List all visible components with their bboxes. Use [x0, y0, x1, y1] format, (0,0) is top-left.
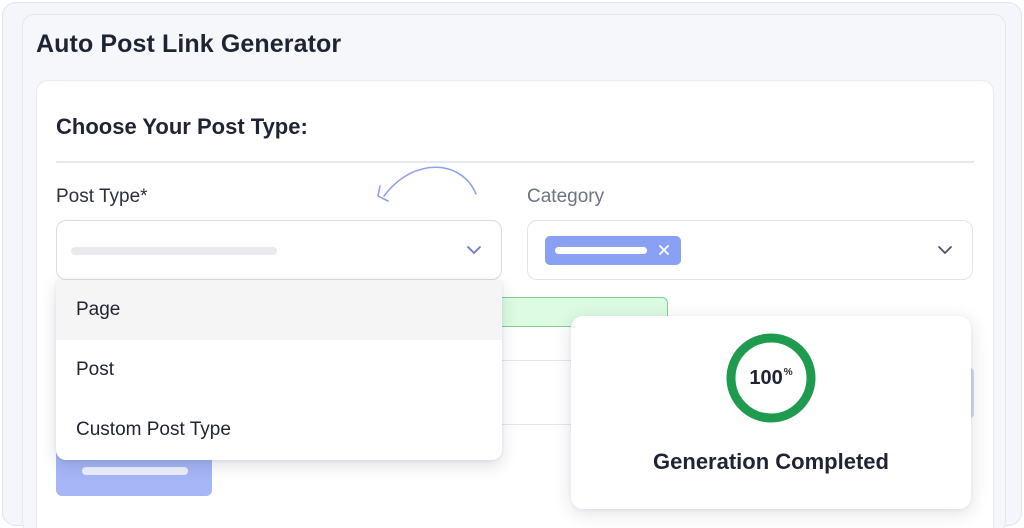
chevron-down-icon[interactable]	[463, 239, 485, 261]
progress-unit: %	[783, 366, 793, 378]
section-divider	[56, 161, 974, 163]
generate-button-placeholder	[82, 467, 188, 475]
section-title: Choose Your Post Type:	[56, 114, 308, 139]
dropdown-option-page[interactable]: Page	[56, 280, 502, 340]
progress-value: 100%	[725, 332, 817, 424]
generation-progress-card: 100% Generation Completed	[571, 316, 971, 509]
curved-arrow-icon	[377, 166, 477, 202]
dropdown-option-post[interactable]: Post	[56, 340, 502, 400]
category-label: Category	[527, 186, 605, 207]
generation-status: Generation Completed	[653, 449, 889, 474]
close-icon[interactable]	[656, 242, 672, 258]
chevron-down-icon[interactable]	[934, 239, 956, 261]
post-type-select[interactable]	[56, 220, 502, 280]
app-title: Auto Post Link Generator	[36, 30, 342, 58]
progress-percent: 100	[749, 366, 783, 389]
dropdown-option-custom-post-type[interactable]: Custom Post Type	[56, 400, 502, 460]
post-type-label: Post Type*	[56, 186, 148, 207]
post-type-dropdown: Page Post Custom Post Type	[56, 280, 502, 460]
category-tag	[545, 236, 681, 265]
post-type-placeholder	[71, 247, 277, 255]
divider-line	[500, 424, 580, 425]
category-select[interactable]	[527, 220, 973, 280]
divider-line	[500, 360, 580, 361]
category-tag-placeholder	[555, 247, 647, 254]
